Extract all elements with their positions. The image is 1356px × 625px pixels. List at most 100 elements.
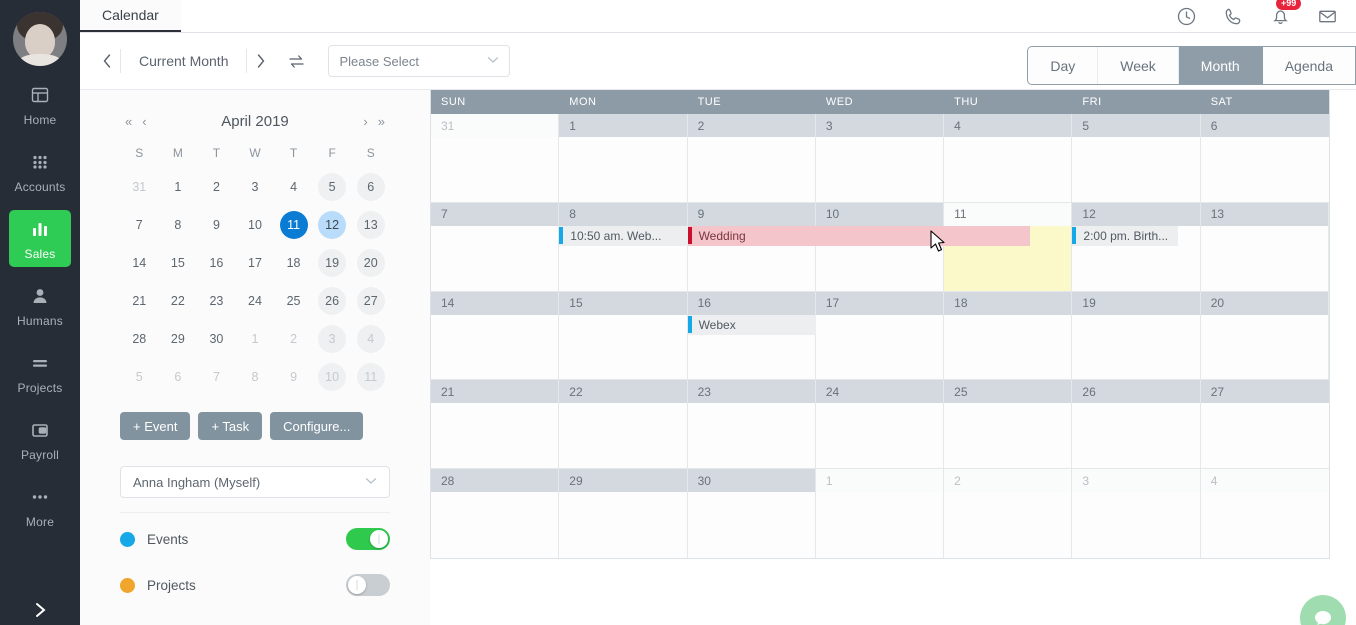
calendar-day-cell[interactable]: 22 [559, 380, 688, 470]
mini-cal-day[interactable]: 17 [236, 244, 275, 282]
calendar-day-cell[interactable]: 21 [431, 380, 560, 470]
current-period-button[interactable]: Current Month [120, 49, 248, 73]
calendar-day-cell[interactable]: 3 [1072, 469, 1201, 558]
mini-cal-day[interactable]: 28 [120, 320, 159, 358]
calendar-day-cell[interactable]: 19 [1072, 291, 1201, 381]
mini-cal-day[interactable]: 4 [351, 320, 390, 358]
mini-cal-day[interactable]: 11 [274, 206, 313, 244]
mini-cal-last-year-button[interactable]: » [373, 114, 390, 129]
mini-cal-day[interactable]: 18 [274, 244, 313, 282]
clock-icon[interactable] [1176, 6, 1197, 27]
calendar-event[interactable]: Webex [687, 314, 816, 335]
calendar-day-cell[interactable]: 28 [431, 469, 560, 558]
bell-icon[interactable]: +99 [1270, 0, 1302, 27]
calendar-day-cell[interactable]: 31 [431, 114, 560, 203]
calendar-day-cell[interactable]: 4 [944, 114, 1073, 203]
mini-cal-prev-month-button[interactable]: ‹ [137, 114, 151, 129]
calendar-day-cell[interactable]: 12 [1072, 202, 1201, 292]
view-toggle-month[interactable]: Month [1178, 47, 1263, 84]
calendar-day-cell[interactable]: 10 [815, 202, 945, 292]
phone-icon[interactable] [1223, 6, 1244, 27]
mini-cal-day[interactable]: 10 [236, 206, 275, 244]
mini-cal-first-year-button[interactable]: « [120, 114, 137, 129]
calendar-day-cell[interactable]: 13 [1200, 202, 1329, 292]
calendar-event[interactable]: 10:50 am. Web... [559, 225, 688, 246]
envelope-icon[interactable] [1317, 6, 1338, 27]
calendar-day-cell[interactable]: 7 [431, 202, 560, 292]
calendar-day-cell[interactable]: 16 [687, 291, 816, 381]
mini-cal-day[interactable]: 8 [236, 358, 275, 396]
calendar-filter-select[interactable]: Please Select [328, 45, 511, 77]
calendar-day-cell[interactable]: 29 [559, 469, 688, 558]
sidebar-item-accounts[interactable]: Accounts [9, 143, 71, 200]
next-period-button[interactable] [247, 46, 273, 76]
sidebar-item-humans[interactable]: Humans [9, 277, 71, 334]
mini-cal-day[interactable]: 19 [313, 244, 352, 282]
calendar-event[interactable]: Wedding [687, 225, 1031, 246]
mini-cal-day[interactable]: 14 [120, 244, 159, 282]
calendar-day-cell[interactable]: 23 [687, 380, 816, 470]
mini-cal-day[interactable]: 24 [236, 282, 275, 320]
mini-cal-day[interactable]: 10 [313, 358, 352, 396]
sidebar-item-payroll[interactable]: Payroll [9, 411, 71, 468]
add-task-button[interactable]: + Task [198, 412, 263, 440]
mini-cal-day[interactable]: 12 [313, 206, 352, 244]
sync-icon[interactable] [287, 52, 306, 71]
mini-cal-day[interactable]: 1 [159, 168, 198, 206]
mini-cal-day[interactable]: 7 [197, 358, 236, 396]
events-toggle[interactable] [346, 528, 390, 550]
calendar-day-cell[interactable]: 24 [815, 380, 945, 470]
sidebar-item-projects[interactable]: Projects [9, 344, 71, 401]
sidebar-expand-chevron-right-icon[interactable] [0, 601, 80, 619]
mini-cal-day[interactable]: 1 [236, 320, 275, 358]
mini-cal-day[interactable]: 13 [351, 206, 390, 244]
mini-cal-day[interactable]: 27 [351, 282, 390, 320]
mini-cal-day[interactable]: 29 [159, 320, 198, 358]
calendar-day-cell[interactable]: 25 [944, 380, 1073, 470]
calendar-day-cell[interactable]: 14 [431, 291, 560, 381]
chat-bubble-icon[interactable] [1300, 595, 1346, 625]
calendar-day-cell[interactable]: 11 [944, 202, 1073, 292]
calendar-day-cell[interactable]: 26 [1072, 380, 1201, 470]
mini-cal-day[interactable]: 3 [236, 168, 275, 206]
sidebar-item-home[interactable]: Home [9, 76, 71, 133]
mini-cal-day[interactable]: 6 [159, 358, 198, 396]
calendar-day-cell[interactable]: 8 [559, 202, 688, 292]
mini-cal-day[interactable]: 25 [274, 282, 313, 320]
mini-cal-day[interactable]: 23 [197, 282, 236, 320]
calendar-day-cell[interactable]: 27 [1200, 380, 1329, 470]
view-toggle-agenda[interactable]: Agenda [1262, 47, 1355, 84]
mini-cal-day[interactable]: 16 [197, 244, 236, 282]
calendar-day-cell[interactable]: 3 [815, 114, 945, 203]
calendar-day-cell[interactable]: 1 [815, 469, 945, 558]
mini-cal-day[interactable]: 20 [351, 244, 390, 282]
calendar-day-cell[interactable]: 1 [559, 114, 688, 203]
add-event-button[interactable]: + Event [120, 412, 191, 440]
calendar-day-cell[interactable]: 30 [687, 469, 816, 558]
sidebar-item-more[interactable]: More [9, 478, 71, 535]
avatar[interactable] [13, 12, 67, 66]
mini-cal-day[interactable]: 5 [120, 358, 159, 396]
mini-cal-day[interactable]: 21 [120, 282, 159, 320]
mini-cal-day[interactable]: 9 [197, 206, 236, 244]
calendar-day-cell[interactable]: 2 [944, 469, 1073, 558]
calendar-day-cell[interactable]: 2 [687, 114, 816, 203]
calendar-day-cell[interactable]: 9 [687, 202, 816, 292]
mini-cal-day[interactable]: 22 [159, 282, 198, 320]
mini-cal-day[interactable]: 2 [274, 320, 313, 358]
prev-period-button[interactable] [94, 46, 120, 76]
mini-cal-next-month-button[interactable]: › [358, 114, 372, 129]
mini-cal-day[interactable]: 15 [159, 244, 198, 282]
mini-cal-day[interactable]: 30 [197, 320, 236, 358]
tab-calendar[interactable]: Calendar [80, 0, 181, 32]
view-toggle-day[interactable]: Day [1028, 47, 1099, 84]
mini-cal-day[interactable]: 9 [274, 358, 313, 396]
calendar-day-cell[interactable]: 18 [944, 291, 1073, 381]
projects-toggle[interactable] [346, 574, 390, 596]
mini-cal-day[interactable]: 5 [313, 168, 352, 206]
calendar-day-cell[interactable]: 15 [559, 291, 688, 381]
mini-cal-day[interactable]: 4 [274, 168, 313, 206]
mini-cal-day[interactable]: 2 [197, 168, 236, 206]
calendar-day-cell[interactable]: 17 [815, 291, 945, 381]
calendar-event[interactable]: 2:00 pm. Birth... [1072, 225, 1178, 246]
